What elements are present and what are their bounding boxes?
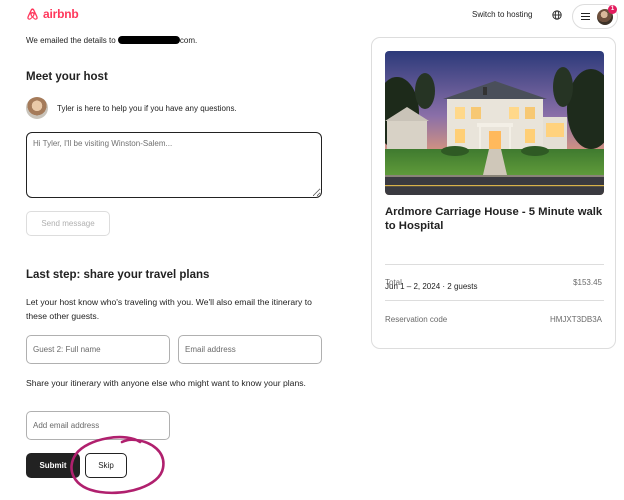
guest-name-input[interactable]	[26, 335, 170, 364]
reservation-code-label: Reservation code	[385, 315, 448, 324]
submit-button[interactable]: Submit	[26, 453, 80, 478]
host-avatar[interactable]	[26, 97, 48, 119]
brand-name: airbnb	[43, 7, 79, 21]
total-value: $153.45	[573, 278, 602, 287]
host-message-input[interactable]	[26, 132, 322, 198]
airbnb-logo-icon	[27, 8, 38, 20]
notification-badge: 1	[608, 4, 617, 14]
airbnb-logo[interactable]: airbnb	[26, 7, 79, 21]
host-help-text: Tyler is here to help you if you have an…	[57, 104, 237, 113]
skip-button[interactable]: Skip	[85, 453, 127, 478]
add-email-input[interactable]	[26, 411, 170, 440]
hamburger-icon	[581, 11, 590, 22]
send-message-button[interactable]: Send message	[26, 211, 110, 236]
house-photo-image	[385, 51, 604, 195]
reservation-card: Ardmore Carriage House - 5 Minute walk t…	[371, 37, 616, 349]
globe-icon[interactable]	[552, 10, 562, 20]
share-travel-plans-heading: Last step: share your travel plans	[26, 269, 210, 281]
total-label: Total	[385, 278, 402, 287]
meet-host-heading: Meet your host	[26, 71, 108, 83]
guest-email-input[interactable]	[178, 335, 322, 364]
top-nav: airbnb Switch to hosting 1	[0, 0, 624, 34]
emailed-prefix: We emailed the details to	[26, 36, 118, 45]
card-divider	[385, 264, 604, 265]
switch-to-hosting-link[interactable]: Switch to hosting	[472, 10, 532, 19]
card-divider	[385, 300, 604, 301]
redacted-email	[117, 36, 180, 44]
user-menu-button[interactable]: 1	[572, 4, 618, 29]
share-itinerary-text: Share your itinerary with anyone else wh…	[26, 378, 306, 388]
emailed-suffix: com.	[179, 36, 198, 45]
travel-description: Let your host know who's traveling with …	[26, 297, 312, 321]
listing-title[interactable]: Ardmore Carriage House - 5 Minute walk t…	[385, 205, 610, 233]
listing-photo[interactable]	[385, 51, 604, 195]
reservation-code-value: HMJXT3DB3A	[549, 315, 602, 324]
user-avatar: 1	[597, 4, 617, 25]
email-confirmation-text: We emailed the details to com.	[26, 36, 197, 45]
